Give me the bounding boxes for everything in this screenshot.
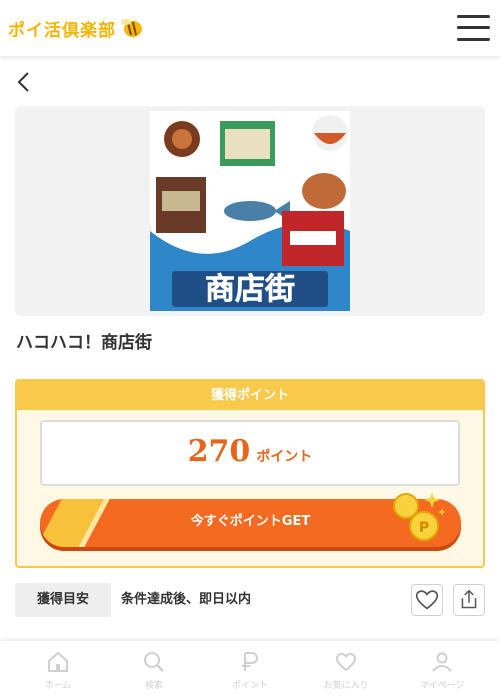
hamburger-menu-icon[interactable] (457, 14, 490, 42)
nav-label-point: ポイント (231, 681, 268, 691)
bee-icon (121, 19, 142, 37)
user-icon (432, 652, 452, 672)
coins-icon: P (393, 492, 446, 541)
nav-item-mypage[interactable]: マイページ (392, 641, 492, 700)
nav-label-favorites: お気に入り (323, 681, 369, 691)
chevron-left-icon[interactable] (14, 70, 34, 94)
search-icon (144, 652, 164, 672)
svg-text:P: P (419, 520, 429, 536)
nav-item-favorites[interactable]: お気に入り (296, 641, 396, 700)
share-button[interactable] (453, 584, 485, 616)
logo-text: ポイ活倶楽部 (8, 20, 116, 41)
banner-caption: 商店街 (205, 272, 295, 307)
nav-item-home[interactable]: ホーム (8, 641, 108, 700)
points-value: 270 (187, 434, 251, 469)
nav-label-home: ホーム (44, 681, 72, 691)
point-icon (242, 652, 258, 671)
points-value-box: 270 ポイント (40, 420, 460, 486)
nav-item-search[interactable]: 検索 (104, 641, 204, 700)
guide-label: 獲得目安 (15, 583, 111, 617)
logo[interactable]: ポイ活倶楽部 (8, 14, 144, 42)
nav-label-mypage: マイページ (419, 681, 465, 691)
campaign-banner-image: 商店街 (150, 111, 350, 311)
header: ポイ活倶楽部 (0, 0, 500, 56)
heart-icon (415, 590, 439, 610)
points-heading: 獲得ポイント (17, 381, 483, 410)
home-icon (48, 651, 68, 672)
nav-item-point[interactable]: ポイント (200, 641, 300, 700)
share-icon (461, 589, 477, 609)
bottom-nav: ホーム 検索 ポイント お気に入り マイページ (0, 641, 500, 700)
banner-area: 商店街 (15, 106, 485, 316)
guide-text: 条件達成後、即日以内 (121, 592, 252, 607)
favorite-button[interactable] (411, 584, 443, 616)
nav-label-search: 検索 (144, 681, 163, 691)
heart-icon (335, 652, 357, 672)
campaign-title: ハコハコ！商店街 (16, 333, 152, 353)
points-unit: ポイント (256, 449, 313, 465)
